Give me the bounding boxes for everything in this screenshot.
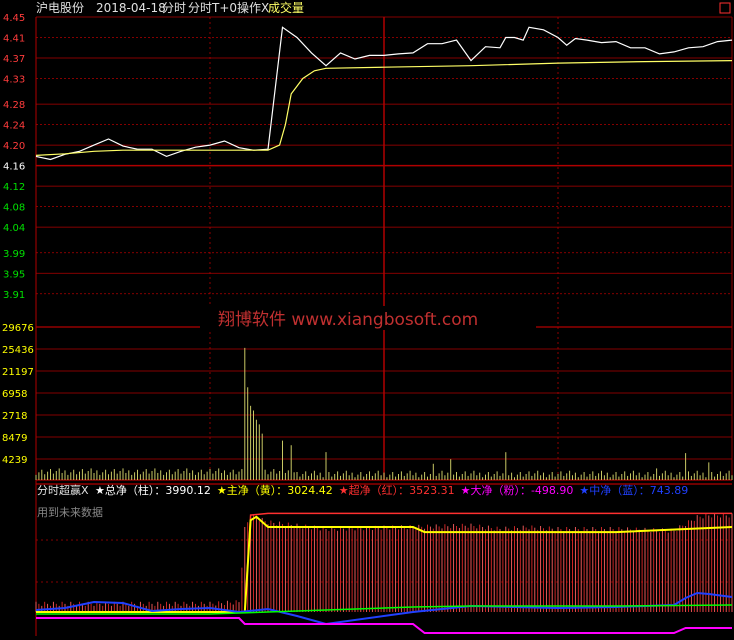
watermark-text: 翔博软件 www.xiangbosoft.com (218, 310, 478, 330)
volume-title[interactable]: 成交量 (268, 0, 304, 15)
price-tick-label: 3.95 (3, 269, 25, 280)
price-tick-label: 4.24 (3, 121, 25, 132)
legend-item: ★大净（粉）：-498.90 (461, 483, 574, 497)
chart-mode: 分时 (162, 1, 186, 15)
intraday-chart-window: 沪电股份 2018-04-18 分时 分时T+0操作X 成交量 4.45 4.41… (0, 0, 734, 636)
volume-tick-label: 25436 (2, 345, 34, 356)
volume-tick-label: 21197 (2, 367, 34, 378)
indicator-name[interactable]: 分时T+0操作X (188, 0, 269, 15)
price-tick-label: 4.20 (3, 141, 25, 152)
price-tick-label: 3.99 (3, 249, 25, 260)
chart-canvas[interactable]: 沪电股份 2018-04-18 分时 分时T+0操作X 成交量 4.45 4.41… (0, 0, 734, 636)
legend-item: ★中净（蓝）：743.89 (579, 483, 688, 497)
price-tick-label: 4.12 (3, 182, 25, 193)
watermark: 翔博软件 www.xiangbosoft.com (200, 306, 536, 330)
legend-item: ★超净（红）：3523.31 (339, 483, 455, 497)
volume-tick-label: 8479 (2, 433, 27, 444)
volume-tick-label: 2718 (2, 411, 27, 422)
price-tick-label: 4.33 (3, 75, 25, 86)
indicator-title[interactable]: 分时超赢X (37, 483, 89, 497)
price-tick-label: 4.37 (3, 54, 25, 65)
price-tick-label: 4.28 (3, 100, 25, 111)
volume-tick-label: 4239 (2, 455, 27, 466)
volume-tick-label: 29676 (2, 323, 34, 334)
price-tick-label: 4.41 (3, 34, 25, 45)
volume-tick-label: 6958 (2, 389, 27, 400)
trade-date: 2018-04-18 (96, 1, 166, 15)
stock-name: 沪电股份 (36, 1, 84, 15)
future-data-note: 用到未来数据 (37, 505, 103, 519)
legend-item: ★主净（黄）：3024.42 (217, 483, 333, 497)
price-tick-label: 4.04 (3, 223, 25, 234)
price-tick-label: 4.16 (3, 162, 25, 173)
price-tick-label: 3.91 (3, 290, 25, 301)
legend-item: ★总净（柱）：3990.12 (95, 483, 211, 497)
price-tick-label: 4.45 (3, 13, 25, 24)
price-tick-label: 4.08 (3, 203, 25, 214)
